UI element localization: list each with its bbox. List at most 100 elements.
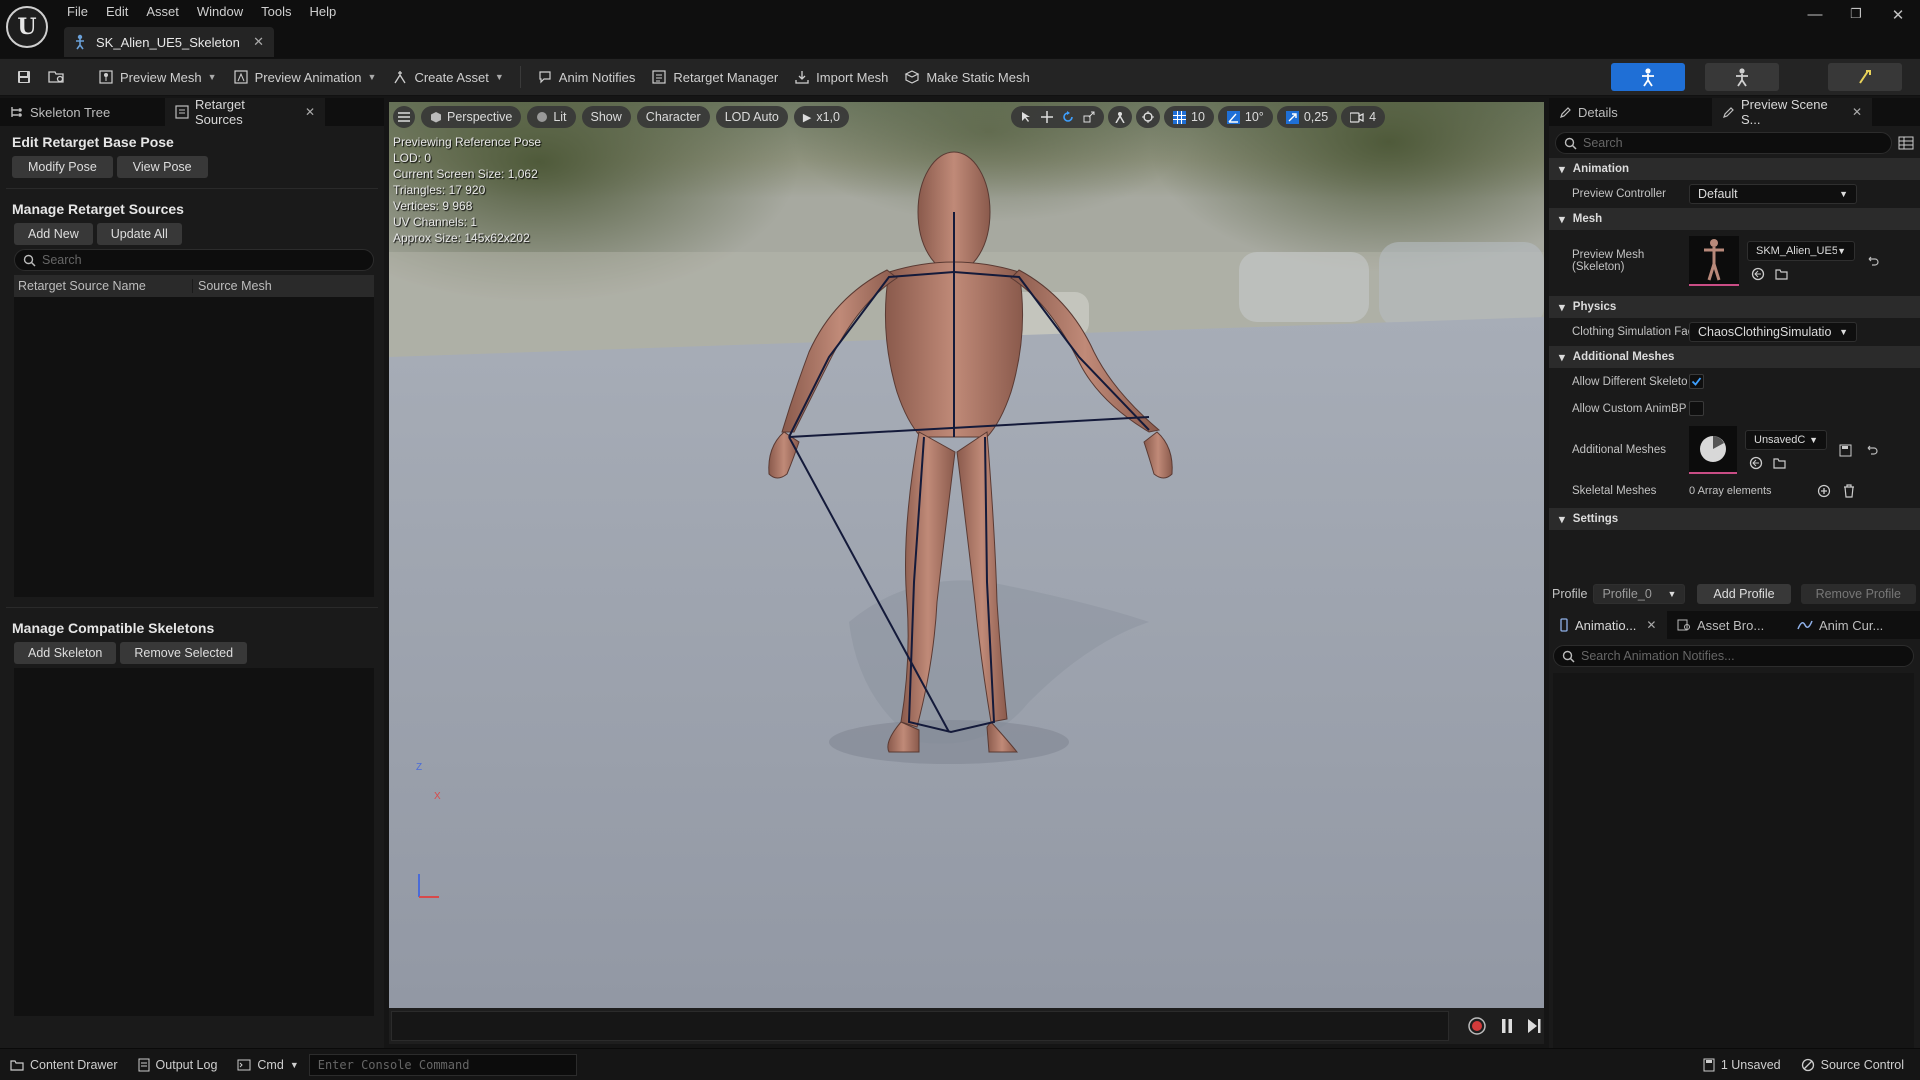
allow-different-checkbox[interactable] bbox=[1689, 374, 1704, 389]
content-drawer-button[interactable]: Content Drawer bbox=[0, 1049, 128, 1080]
unreal-logo-icon[interactable]: U bbox=[6, 6, 48, 48]
view-pose-button[interactable]: View Pose bbox=[116, 156, 208, 178]
category-additional-meshes[interactable]: ▾ Additional Meshes bbox=[1549, 346, 1920, 368]
browse-folder-icon[interactable] bbox=[1775, 267, 1789, 281]
cmd-button[interactable]: Cmd ▼ bbox=[227, 1049, 308, 1080]
preview-mesh-thumbnail[interactable] bbox=[1689, 236, 1739, 286]
tab-retarget-sources[interactable]: Retarget Sources ✕ bbox=[165, 97, 325, 127]
tab-animation-notifies[interactable]: Animatio... ✕ bbox=[1549, 611, 1667, 639]
world-local-button[interactable] bbox=[1108, 106, 1132, 128]
rotation-snap-button[interactable]: 10° bbox=[1217, 106, 1273, 128]
close-icon[interactable]: ✕ bbox=[1646, 618, 1656, 632]
tab-details[interactable]: Details bbox=[1549, 98, 1709, 126]
remove-selected-button[interactable]: Remove Selected bbox=[120, 642, 248, 664]
scale-icon[interactable] bbox=[1083, 111, 1095, 123]
modify-pose-button[interactable]: Modify Pose bbox=[12, 156, 113, 178]
menu-help[interactable]: Help bbox=[300, 1, 345, 22]
save-asset-icon[interactable] bbox=[1839, 444, 1852, 457]
select-icon[interactable] bbox=[1020, 111, 1032, 123]
category-mesh[interactable]: ▾ Mesh bbox=[1549, 208, 1920, 230]
menu-edit[interactable]: Edit bbox=[97, 1, 137, 22]
minimize-icon[interactable]: — bbox=[1795, 6, 1835, 28]
output-log-button[interactable]: Output Log bbox=[128, 1049, 228, 1080]
sources-search-input[interactable]: Search bbox=[14, 249, 374, 271]
notifies-search-input[interactable]: Search Animation Notifies... bbox=[1553, 645, 1914, 667]
anim-notifies-button[interactable]: Anim Notifies bbox=[529, 62, 644, 92]
tab-asset-browser[interactable]: Asset Bro... bbox=[1667, 611, 1787, 639]
add-profile-button[interactable]: Add Profile bbox=[1697, 584, 1791, 604]
step-forward-icon[interactable] bbox=[1527, 1018, 1541, 1034]
make-static-mesh-button[interactable]: Make Static Mesh bbox=[896, 62, 1037, 92]
physics-mode-button[interactable] bbox=[1828, 63, 1902, 91]
surface-snap-button[interactable] bbox=[1136, 106, 1160, 128]
close-icon[interactable]: ✕ bbox=[1852, 105, 1862, 119]
source-control-button[interactable]: Source Control bbox=[1791, 1049, 1914, 1080]
additional-meshes-combo[interactable]: UnsavedC ▼ bbox=[1745, 430, 1827, 450]
reset-arrow-icon[interactable] bbox=[1866, 444, 1878, 456]
menu-window[interactable]: Window bbox=[188, 1, 252, 22]
browse-asset-button[interactable] bbox=[40, 62, 74, 92]
perspective-button[interactable]: Perspective bbox=[421, 106, 522, 128]
tab-preview-scene-settings[interactable]: Preview Scene S... ✕ bbox=[1712, 97, 1872, 127]
tab-anim-curves[interactable]: Anim Cur... bbox=[1787, 611, 1907, 639]
save-button[interactable] bbox=[8, 62, 40, 92]
reset-arrow-icon[interactable] bbox=[1867, 255, 1879, 267]
unsaved-button[interactable]: 1 Unsaved bbox=[1693, 1049, 1791, 1080]
menu-tools[interactable]: Tools bbox=[252, 1, 300, 22]
mesh-mode-button[interactable] bbox=[1705, 63, 1779, 91]
close-icon[interactable]: ✕ bbox=[253, 34, 264, 50]
move-icon[interactable] bbox=[1041, 111, 1053, 123]
update-all-button[interactable]: Update All bbox=[96, 223, 182, 245]
close-window-icon[interactable]: ✕ bbox=[1878, 6, 1918, 28]
clothing-combo[interactable]: ChaosClothingSimulatio ▼ bbox=[1689, 322, 1857, 342]
trash-icon[interactable] bbox=[1843, 484, 1855, 498]
add-skeleton-button[interactable]: Add Skeleton bbox=[14, 642, 117, 664]
playback-speed-button[interactable]: ▶ x1,0 bbox=[793, 106, 849, 128]
table-view-icon[interactable] bbox=[1898, 136, 1914, 150]
timeline-scrubber[interactable] bbox=[391, 1011, 1449, 1041]
preview-animation-button[interactable]: Preview Animation ▼ bbox=[225, 62, 385, 92]
character-button[interactable]: Character bbox=[636, 106, 710, 128]
add-new-button[interactable]: Add New bbox=[14, 223, 93, 245]
category-physics[interactable]: ▾ Physics bbox=[1549, 296, 1920, 318]
scale-snap-button[interactable]: 0,25 bbox=[1276, 106, 1338, 128]
preview-mesh-button[interactable]: Preview Mesh ▼ bbox=[90, 62, 225, 92]
category-animation[interactable]: ▾ Animation bbox=[1549, 158, 1920, 180]
console-input[interactable]: Enter Console Command bbox=[308, 1053, 577, 1076]
additional-meshes-thumbnail[interactable] bbox=[1689, 426, 1737, 474]
document-tab[interactable]: SK_Alien_UE5_Skeleton ✕ bbox=[64, 27, 274, 57]
lit-button[interactable]: Lit bbox=[527, 106, 576, 128]
camera-speed-button[interactable]: 4 bbox=[1341, 106, 1386, 128]
record-icon[interactable] bbox=[1467, 1016, 1487, 1036]
preview-viewport[interactable]: Z X Perspective Lit Show Character LOD A… bbox=[389, 102, 1544, 1008]
menu-file[interactable]: File bbox=[58, 1, 97, 22]
pause-icon[interactable] bbox=[1501, 1018, 1513, 1034]
viewport-options-button[interactable] bbox=[393, 106, 415, 128]
skeleton-mode-button[interactable] bbox=[1611, 63, 1685, 91]
menu-asset[interactable]: Asset bbox=[137, 1, 188, 22]
close-icon[interactable]: ✕ bbox=[305, 105, 315, 119]
create-asset-button[interactable]: Create Asset ▼ bbox=[384, 62, 511, 92]
preview-controller-combo[interactable]: Default ▼ bbox=[1689, 184, 1857, 204]
checkmark-icon bbox=[1691, 376, 1702, 387]
use-selected-icon[interactable] bbox=[1749, 456, 1763, 470]
rotate-icon[interactable] bbox=[1062, 111, 1074, 123]
col-source-mesh[interactable]: Source Mesh bbox=[193, 279, 272, 293]
import-mesh-button[interactable]: Import Mesh bbox=[786, 62, 896, 92]
allow-custom-checkbox[interactable] bbox=[1689, 401, 1704, 416]
category-settings[interactable]: ▾ Settings bbox=[1549, 508, 1920, 530]
details-search-input[interactable]: Search bbox=[1555, 132, 1892, 154]
show-button[interactable]: Show bbox=[581, 106, 631, 128]
use-selected-icon[interactable] bbox=[1751, 267, 1765, 281]
remove-profile-button[interactable]: Remove Profile bbox=[1800, 584, 1916, 604]
grid-snap-button[interactable]: 10 bbox=[1164, 106, 1214, 128]
preview-mesh-combo[interactable]: SKM_Alien_UE5 ▼ bbox=[1747, 241, 1855, 261]
col-source-name[interactable]: Retarget Source Name bbox=[14, 279, 193, 293]
tab-skeleton-tree[interactable]: Skeleton Tree bbox=[0, 98, 165, 126]
browse-folder-icon[interactable] bbox=[1773, 456, 1787, 470]
retarget-manager-button[interactable]: Retarget Manager bbox=[643, 62, 786, 92]
lod-button[interactable]: LOD Auto bbox=[715, 106, 788, 128]
restore-icon[interactable]: ❐ bbox=[1836, 6, 1876, 28]
profile-combo[interactable]: Profile_0 ▼ bbox=[1593, 584, 1686, 604]
add-element-icon[interactable] bbox=[1817, 484, 1831, 498]
